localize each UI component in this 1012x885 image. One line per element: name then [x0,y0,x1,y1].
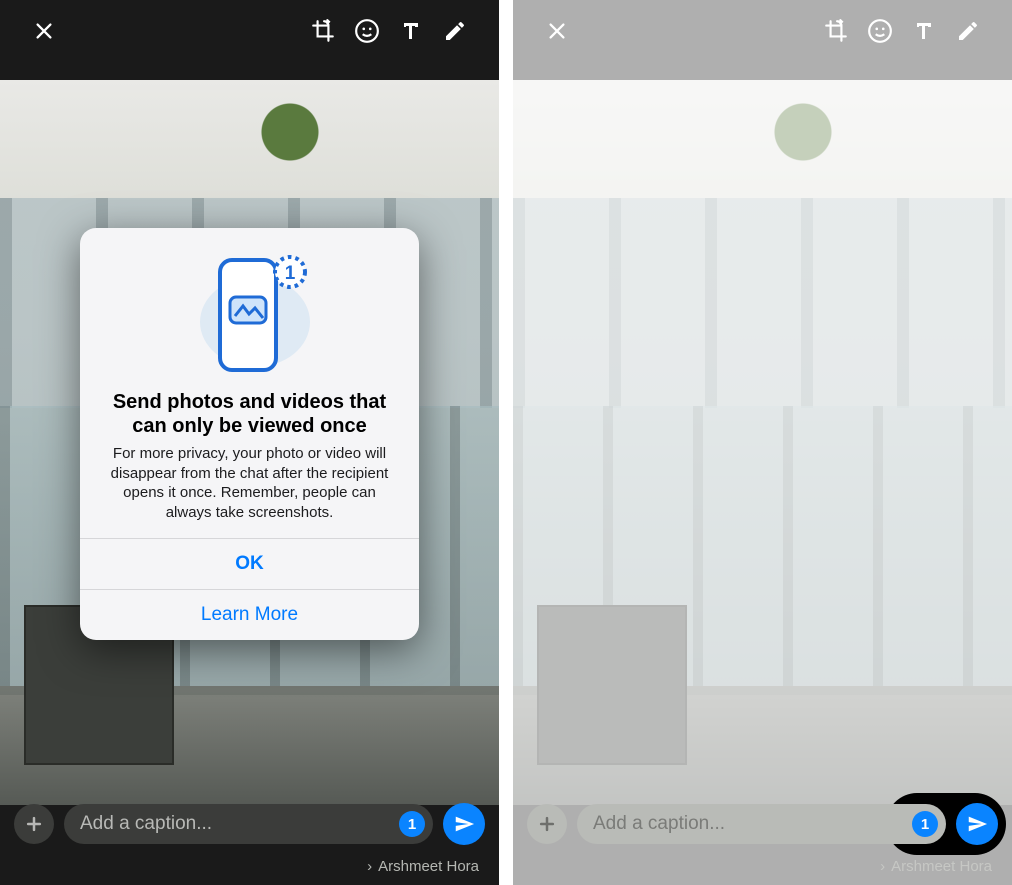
close-icon[interactable] [535,20,579,42]
dialog-title: Send photos and videos that can only be … [80,390,419,444]
crop-rotate-icon[interactable] [301,18,345,44]
chevron-right-icon: › [880,858,885,875]
caption-placeholder: Add a caption... [593,813,912,835]
editor-screen-faded: Add a caption... 1 › Arshmeet Hora [513,0,1012,885]
recipient-name: Arshmeet Hora [891,858,992,875]
add-media-button[interactable] [14,804,54,844]
dim-overlay [513,0,1012,885]
dialog-learn-more-button[interactable]: Learn More [80,589,419,640]
editor-screen-with-dialog: 1 Send photos and videos that can only b… [0,0,499,885]
caption-bar: Add a caption... 1 [0,803,499,845]
add-media-button[interactable] [527,804,567,844]
dialog-ok-button[interactable]: OK [80,538,419,589]
dialog-body: For more privacy, your photo or video wi… [80,444,419,538]
view-once-badge[interactable]: 1 [912,811,938,837]
view-once-badge[interactable]: 1 [399,811,425,837]
editor-toolbar [513,18,1012,44]
chevron-right-icon: › [367,858,372,875]
text-icon[interactable] [902,19,946,43]
editor-toolbar [0,18,499,44]
draw-icon[interactable] [433,19,477,43]
crop-rotate-icon[interactable] [814,18,858,44]
emoji-icon[interactable] [858,18,902,44]
dialog-illustration: 1 [80,228,419,390]
emoji-icon[interactable] [345,18,389,44]
recipient-chip[interactable]: › Arshmeet Hora [880,858,992,875]
caption-bar: Add a caption... 1 [513,803,1012,845]
recipient-chip[interactable]: › Arshmeet Hora [367,858,479,875]
send-button[interactable] [956,803,998,845]
view-once-dialog: 1 Send photos and videos that can only b… [80,228,419,640]
caption-input[interactable]: Add a caption... 1 [64,804,433,844]
caption-input[interactable]: Add a caption... 1 [577,804,946,844]
send-button[interactable] [443,803,485,845]
recipient-name: Arshmeet Hora [378,858,479,875]
close-icon[interactable] [22,20,66,42]
caption-placeholder: Add a caption... [80,813,399,835]
text-icon[interactable] [389,19,433,43]
draw-icon[interactable] [946,19,990,43]
dialog-badge-number: 1 [284,263,295,284]
